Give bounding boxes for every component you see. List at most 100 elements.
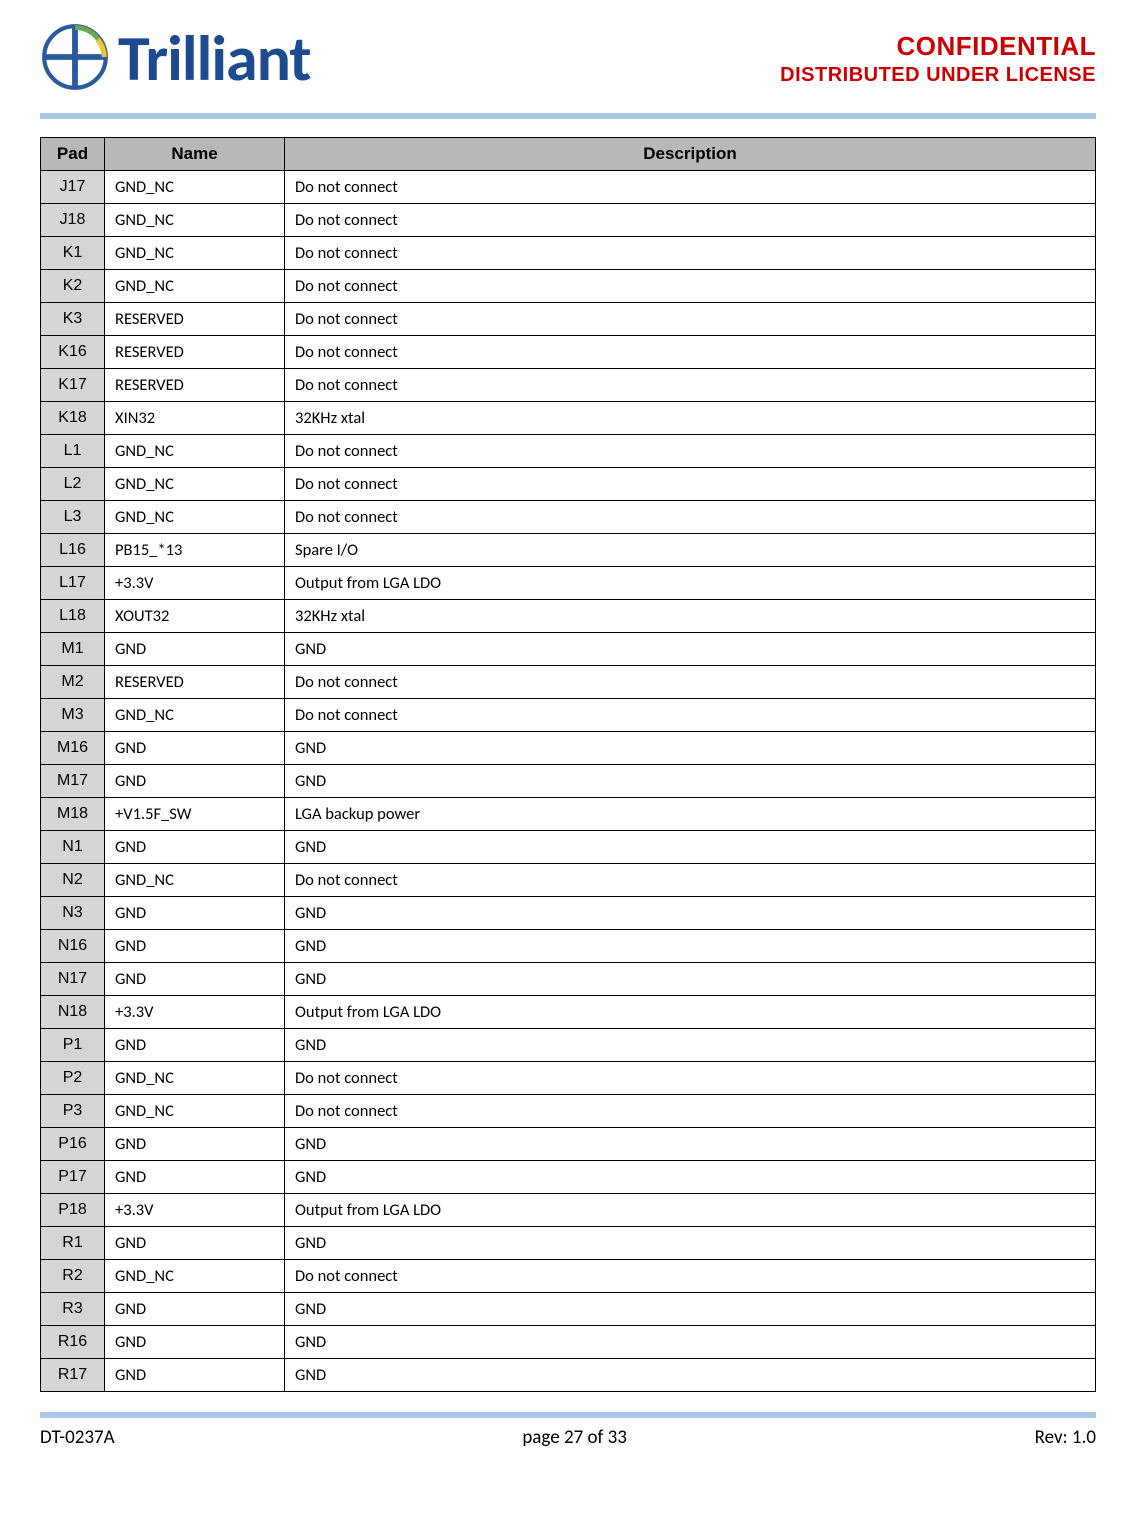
desc-cell: Spare I/O [285,534,1096,567]
desc-cell: GND [285,831,1096,864]
table-row: P18 +3.3VOutput from LGA LDO [41,1194,1096,1227]
table-row: N17GNDGND [41,963,1096,996]
name-cell: GND_NC [105,204,285,237]
col-description: Description [285,138,1096,171]
name-cell: GND [105,1359,285,1392]
desc-cell: 32KHz xtal [285,600,1096,633]
table-row: K3RESERVEDDo not connect [41,303,1096,336]
logo-text: Trilliant [118,20,311,98]
table-row: N16GNDGND [41,930,1096,963]
table-row: L17+3.3VOutput from LGA LDO [41,567,1096,600]
revision: Rev: 1.0 [1035,1426,1096,1449]
footer-divider [40,1412,1096,1418]
table-row: R16GNDGND [41,1326,1096,1359]
pad-cell: L1 [41,435,105,468]
table-row: L2GND_NCDo not connect [41,468,1096,501]
desc-cell: Do not connect [285,303,1096,336]
name-cell: GND_NC [105,1062,285,1095]
pad-cell: K17 [41,369,105,402]
desc-cell: GND [285,930,1096,963]
pad-cell: K1 [41,237,105,270]
name-cell: GND_NC [105,864,285,897]
desc-cell: Do not connect [285,864,1096,897]
desc-cell: GND [285,1029,1096,1062]
pad-cell: P2 [41,1062,105,1095]
header-classification: CONFIDENTIAL DISTRIBUTED UNDER LICENSE [780,31,1096,87]
pad-cell: L17 [41,567,105,600]
desc-cell: Do not connect [285,468,1096,501]
name-cell: GND_NC [105,270,285,303]
pad-cell: J17 [41,171,105,204]
name-cell: RESERVED [105,369,285,402]
desc-cell: GND [285,963,1096,996]
name-cell: GND [105,1029,285,1062]
doc-id: DT-0237A [40,1426,115,1449]
desc-cell: Do not connect [285,435,1096,468]
table-row: M16GNDGND [41,732,1096,765]
pad-cell: K16 [41,336,105,369]
pad-cell: M3 [41,699,105,732]
name-cell: RESERVED [105,336,285,369]
name-cell: GND [105,1227,285,1260]
pad-cell: R16 [41,1326,105,1359]
desc-cell: GND [285,897,1096,930]
pad-cell: L18 [41,600,105,633]
pad-cell: L16 [41,534,105,567]
name-cell: GND_NC [105,468,285,501]
desc-cell: GND [285,1326,1096,1359]
pad-cell: P16 [41,1128,105,1161]
pad-cell: K3 [41,303,105,336]
table-row: P16GNDGND [41,1128,1096,1161]
name-cell: GND_NC [105,435,285,468]
name-cell: GND_NC [105,501,285,534]
table-row: R17GNDGND [41,1359,1096,1392]
pad-cell: R2 [41,1260,105,1293]
table-row: M18 +V1.5F_SWLGA backup power [41,798,1096,831]
name-cell: +3.3V [105,567,285,600]
desc-cell: Do not connect [285,369,1096,402]
name-cell: GND [105,633,285,666]
table-row: K17RESERVEDDo not connect [41,369,1096,402]
table-row: P3GND_NCDo not connect [41,1095,1096,1128]
pad-cell: N16 [41,930,105,963]
pad-cell: N1 [41,831,105,864]
desc-cell: Do not connect [285,1260,1096,1293]
desc-cell: Output from LGA LDO [285,996,1096,1029]
desc-cell: Do not connect [285,1062,1096,1095]
table-row: N1GNDGND [41,831,1096,864]
trilliant-logo-icon [40,22,110,97]
name-cell: +V1.5F_SW [105,798,285,831]
confidential-label: CONFIDENTIAL [780,31,1096,62]
name-cell: PB15_*13 [105,534,285,567]
pad-cell: M2 [41,666,105,699]
distributed-label: DISTRIBUTED UNDER LICENSE [780,64,1096,87]
pad-cell: M18 [41,798,105,831]
desc-cell: Do not connect [285,699,1096,732]
pad-cell: R1 [41,1227,105,1260]
table-row: K2GND_NCDo not connect [41,270,1096,303]
table-row: P2GND_NCDo not connect [41,1062,1096,1095]
name-cell: GND [105,963,285,996]
table-row: N18 +3.3VOutput from LGA LDO [41,996,1096,1029]
pad-cell: P3 [41,1095,105,1128]
pad-cell: M1 [41,633,105,666]
name-cell: GND [105,732,285,765]
page-header: Trilliant CONFIDENTIAL DISTRIBUTED UNDER… [0,0,1136,113]
pad-cell: K18 [41,402,105,435]
desc-cell: Output from LGA LDO [285,567,1096,600]
desc-cell: Do not connect [285,204,1096,237]
pad-cell: N2 [41,864,105,897]
name-cell: +3.3V [105,996,285,1029]
desc-cell: Do not connect [285,336,1096,369]
desc-cell: GND [285,1227,1096,1260]
pad-cell: N3 [41,897,105,930]
table-row: R3GNDGND [41,1293,1096,1326]
desc-cell: GND [285,1128,1096,1161]
pad-cell: P17 [41,1161,105,1194]
pad-cell: R3 [41,1293,105,1326]
table-row: J18GND_NCDo not connect [41,204,1096,237]
pad-cell: N18 [41,996,105,1029]
name-cell: +3.3V [105,1194,285,1227]
name-cell: GND [105,897,285,930]
name-cell: GND_NC [105,1260,285,1293]
